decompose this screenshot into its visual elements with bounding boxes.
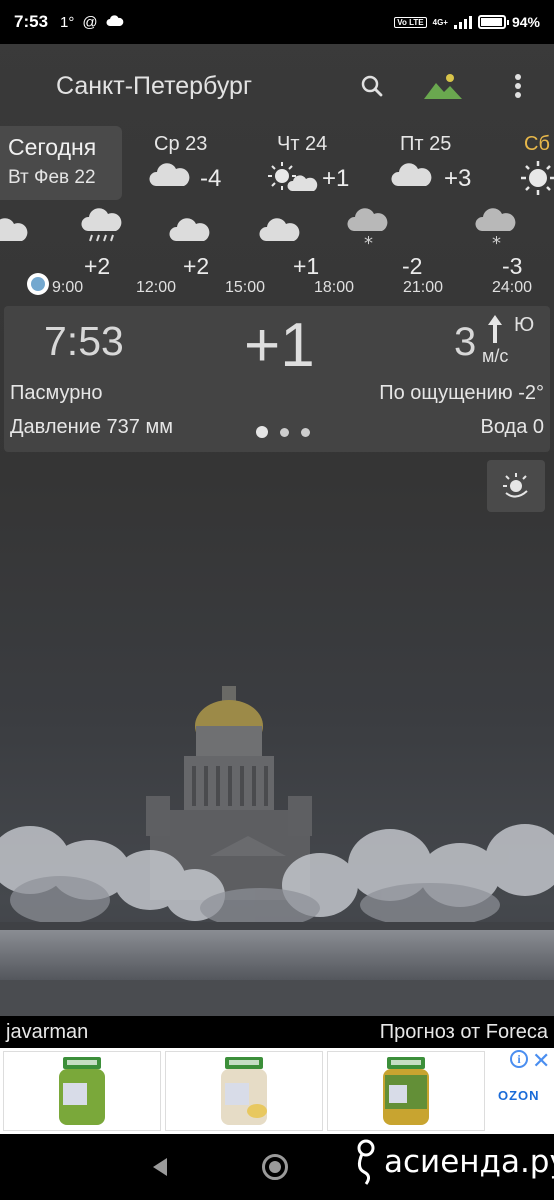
- day-today-label: Сегодня: [8, 134, 97, 160]
- day-name: Чт 24: [277, 133, 328, 155]
- ad-product[interactable]: [165, 1051, 323, 1131]
- now-indicator: [27, 273, 49, 295]
- landscape-icon[interactable]: [420, 70, 466, 102]
- day-today-date: Вт Фев 22: [8, 167, 96, 188]
- day-name: Сб: [524, 133, 550, 155]
- current-conditions-card[interactable]: 7:53 +1 3 Ю м/с Пасмурно По ощущению -2°…: [4, 306, 550, 452]
- water-temp: Вода 0: [480, 416, 545, 438]
- network-type: 4G+: [432, 17, 448, 27]
- sun-cloud-icon: [266, 160, 320, 197]
- photo-author[interactable]: javarman: [6, 1021, 88, 1044]
- baby-food-jar-icon: [59, 1057, 105, 1125]
- hour-time: 15:00: [225, 279, 266, 296]
- hour-temp: +2: [84, 253, 111, 279]
- ad-info-icon[interactable]: i: [510, 1050, 528, 1068]
- status-temp: 1°: [60, 13, 75, 31]
- page-dot: [301, 427, 310, 437]
- watermark: асиенда.ру: [352, 1138, 554, 1186]
- wind-speed: 3: [454, 320, 477, 364]
- day-name: Ср 23: [154, 133, 208, 155]
- hour-time: 21:00: [403, 279, 444, 296]
- more-vert-icon[interactable]: [500, 70, 536, 102]
- ad-close-icon[interactable]: ✕: [532, 1048, 550, 1074]
- day-item[interactable]: Сб: [516, 126, 554, 200]
- wind-direction: Ю: [514, 314, 535, 336]
- wind-unit: м/с: [482, 346, 509, 366]
- day-temp: -4: [200, 165, 222, 192]
- hour-time: 24:00: [492, 279, 533, 296]
- credits-bar: javarman Прогноз от Foreca: [0, 1016, 554, 1048]
- baby-food-jar-icon: [221, 1057, 267, 1125]
- volte-icon: Vo LTE: [394, 16, 427, 28]
- status-bar: 7:53 1° @ Vo LTE 4G+ 94%: [0, 0, 554, 44]
- cloud-icon: [168, 213, 214, 248]
- day-item[interactable]: Пт 25 +3: [390, 126, 510, 200]
- hour-time: 12:00: [136, 279, 177, 296]
- status-time: 7:53: [14, 12, 49, 31]
- hour-temp: -2: [402, 253, 423, 279]
- hour-temp: +2: [183, 253, 210, 279]
- day-item[interactable]: Ср 23 -4: [130, 126, 250, 200]
- watermark-logo-icon: [357, 1139, 375, 1185]
- page-indicator: [256, 426, 310, 438]
- svg-text:*: *: [492, 233, 501, 251]
- ad-product[interactable]: [327, 1051, 485, 1131]
- search-icon[interactable]: [354, 70, 390, 102]
- cloud-icon: [0, 213, 32, 248]
- snow-cloud-icon: *: [474, 207, 520, 256]
- rain-cloud-icon: [80, 207, 126, 252]
- sun-orbit-button[interactable]: [487, 460, 545, 512]
- page-dot-active: [256, 426, 268, 438]
- ad-brand[interactable]: OZON: [498, 1088, 540, 1103]
- hour-temp: -3: [502, 253, 523, 279]
- hour-temp: +1: [293, 253, 320, 279]
- baby-food-jar-icon: [383, 1057, 429, 1125]
- current-temp: +1: [244, 311, 315, 380]
- toolbar: Санкт-Петербург: [0, 44, 554, 126]
- hour-time: 18:00: [314, 279, 355, 296]
- sun-orbit-icon: [503, 473, 528, 498]
- day-temp: +3: [444, 165, 472, 192]
- day-today[interactable]: Сегодня Вт Фев 22: [0, 126, 122, 200]
- page-dot: [280, 427, 289, 437]
- cloud-icon: [148, 160, 192, 193]
- watermark-text: асиенда.ру: [384, 1144, 554, 1180]
- cloud-icon: [258, 213, 304, 248]
- day-name: Пт 25: [400, 133, 452, 155]
- pressure: Давление 737 мм: [10, 416, 173, 438]
- battery-percent: 94%: [511, 14, 540, 30]
- battery-icon: [477, 15, 509, 29]
- home-icon[interactable]: [262, 1154, 288, 1180]
- forecast-provider[interactable]: Прогноз от Foreca: [380, 1021, 548, 1044]
- signal-icon: [453, 15, 472, 29]
- current-time: 7:53: [44, 318, 124, 364]
- snow-cloud-icon: *: [346, 207, 392, 256]
- condition-text: Пасмурно: [10, 382, 103, 404]
- ad-banner[interactable]: i ✕ OZON: [0, 1048, 554, 1134]
- hourly-forecast: 9:00 +2 12:00 +2 15:00 +1 18:00 * -2 21:…: [0, 203, 554, 303]
- cloud-status-icon: [106, 14, 124, 31]
- svg-text:*: *: [364, 233, 373, 251]
- wind-arrow-icon: [486, 314, 504, 349]
- sun-icon: [518, 160, 554, 200]
- background-photo: [0, 660, 554, 1016]
- at-icon: @: [82, 13, 98, 31]
- back-icon[interactable]: [150, 1156, 170, 1183]
- daily-forecast: Сегодня Вт Фев 22 Ср 23 -4 Чт 24 +1 Пт 2…: [0, 126, 554, 202]
- ad-product[interactable]: [3, 1051, 161, 1131]
- day-item[interactable]: Чт 24 +1: [260, 126, 380, 200]
- feels-like: По ощущению -2°: [379, 382, 544, 404]
- hour-time: 9:00: [52, 279, 84, 296]
- cloud-icon: [390, 160, 434, 193]
- city-title[interactable]: Санкт-Петербург: [56, 72, 252, 101]
- day-temp: +1: [322, 165, 350, 192]
